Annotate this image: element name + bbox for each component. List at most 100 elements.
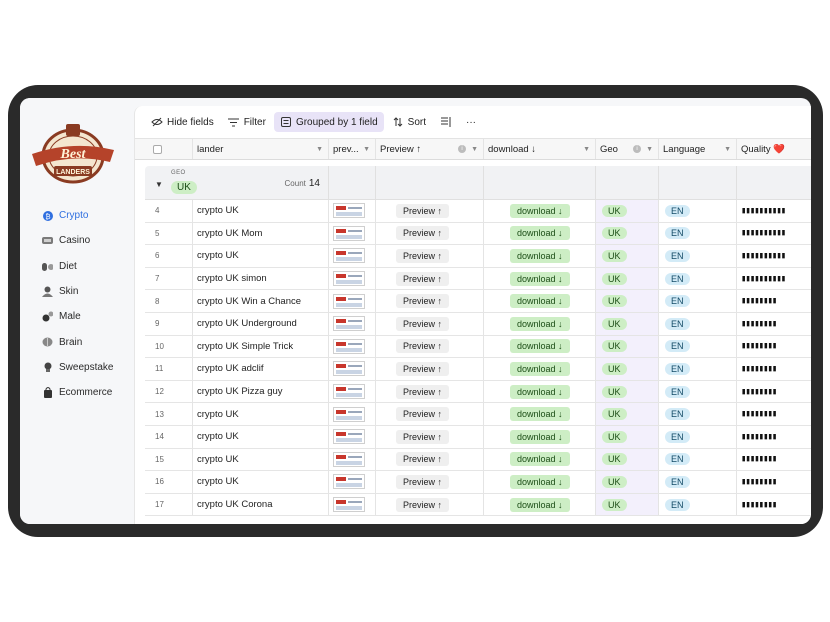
thumbnail-cell[interactable] [329, 312, 376, 335]
geo-cell[interactable]: UK [596, 222, 659, 245]
chevron-down-icon[interactable]: ▼ [724, 146, 731, 153]
language-cell[interactable]: EN [659, 267, 737, 290]
preview-button[interactable]: Preview ↑ [396, 316, 450, 331]
download-button[interactable]: download ↓ [510, 339, 570, 354]
quality-cell[interactable]: ▮▮▮▮▮▮▮▮ [737, 358, 811, 380]
quality-cell[interactable]: ▮▮▮▮▮▮▮▮ [737, 471, 811, 493]
preview-thumbnail[interactable] [333, 384, 365, 400]
thumbnail-cell[interactable] [329, 471, 376, 493]
chevron-down-icon[interactable]: ▼ [363, 146, 370, 153]
language-cell[interactable]: EN [659, 493, 737, 516]
preview-button[interactable]: Preview ↑ [396, 384, 450, 399]
thumbnail-cell[interactable] [329, 358, 376, 380]
preview-button[interactable]: Preview ↑ [396, 226, 450, 241]
download-button[interactable]: download ↓ [510, 407, 570, 422]
preview-thumbnail[interactable] [333, 406, 365, 422]
preview-thumbnail[interactable] [333, 271, 365, 287]
preview-button[interactable]: Preview ↑ [396, 339, 450, 354]
table-row[interactable]: 11 crypto UK adclif Preview ↑ download ↓… [145, 358, 811, 381]
sidebar-item-ecommerce[interactable]: Ecommerce [42, 380, 113, 405]
preview-thumbnail[interactable] [333, 338, 365, 354]
geo-cell[interactable]: UK [596, 335, 659, 358]
preview-thumbnail[interactable] [333, 316, 365, 332]
lander-cell[interactable]: crypto UK Simple Trick [193, 335, 329, 358]
preview-thumbnail[interactable] [333, 293, 365, 309]
table-row[interactable]: 8 crypto UK Win a Chance Preview ↑ downl… [145, 290, 811, 313]
quality-cell[interactable]: ▮▮▮▮▮▮▮▮▮▮ [737, 268, 811, 290]
download-button[interactable]: download ↓ [510, 474, 570, 489]
language-cell[interactable]: EN [659, 380, 737, 403]
download-button[interactable]: download ↓ [510, 271, 570, 286]
info-icon[interactable]: i [458, 145, 466, 153]
download-button[interactable]: download ↓ [510, 203, 570, 218]
table-row[interactable]: 15 crypto UK Preview ↑ download ↓ UK EN … [145, 448, 811, 472]
lander-cell[interactable]: crypto UK adclif [193, 358, 329, 380]
download-button[interactable]: download ↓ [510, 361, 570, 376]
preview-thumbnail[interactable] [333, 225, 365, 241]
sidebar-item-sweepstake[interactable]: Sweepstake [42, 355, 113, 380]
chevron-down-icon[interactable]: ▼ [316, 146, 323, 153]
lander-cell[interactable]: crypto UK [193, 245, 329, 267]
column-header-prev[interactable]: prev... ▼ [329, 139, 376, 159]
language-cell[interactable]: EN [659, 200, 737, 222]
lander-cell[interactable]: crypto UK Underground [193, 312, 329, 335]
column-header-quality[interactable]: Quality ❤️ [737, 139, 811, 159]
geo-cell[interactable]: UK [596, 448, 659, 471]
language-cell[interactable]: EN [659, 403, 737, 425]
sidebar-item-skin[interactable]: Skin [42, 279, 113, 304]
download-button[interactable]: download ↓ [510, 384, 570, 399]
table-row[interactable]: 17 crypto UK Corona Preview ↑ download ↓… [145, 493, 811, 517]
preview-button[interactable]: Preview ↑ [396, 271, 450, 286]
preview-thumbnail[interactable] [333, 474, 365, 490]
chevron-down-icon[interactable]: ▼ [471, 146, 478, 153]
quality-cell[interactable]: ▮▮▮▮▮▮▮▮▮▮ [737, 200, 811, 222]
preview-thumbnail[interactable] [333, 497, 365, 513]
quality-cell[interactable]: ▮▮▮▮▮▮▮▮ [737, 381, 811, 403]
preview-button[interactable]: Preview ↑ [396, 203, 450, 218]
geo-cell[interactable]: UK [596, 471, 659, 493]
download-button[interactable]: download ↓ [510, 429, 570, 444]
sidebar-item-diet[interactable]: Diet [42, 254, 113, 279]
table-row[interactable]: 9 crypto UK Underground Preview ↑ downlo… [145, 312, 811, 336]
thumbnail-cell[interactable] [329, 290, 376, 312]
lander-cell[interactable]: crypto UK [193, 200, 329, 222]
preview-button[interactable]: Preview ↑ [396, 407, 450, 422]
column-header-lander[interactable]: lander ▼ [193, 139, 329, 159]
geo-cell[interactable]: UK [596, 403, 659, 425]
language-cell[interactable]: EN [659, 245, 737, 267]
geo-cell[interactable]: UK [596, 380, 659, 403]
geo-cell[interactable]: UK [596, 493, 659, 516]
sidebar-item-crypto[interactable]: ₿ Crypto [42, 203, 113, 228]
lander-cell[interactable]: crypto UK Corona [193, 493, 329, 516]
preview-thumbnail[interactable] [333, 203, 365, 219]
column-header-geo[interactable]: Geo i ▼ [596, 139, 659, 159]
preview-button[interactable]: Preview ↑ [396, 429, 450, 444]
sidebar-item-brain[interactable]: Brain [42, 329, 113, 354]
quality-cell[interactable]: ▮▮▮▮▮▮▮▮▮▮ [737, 223, 811, 245]
table-row[interactable]: 16 crypto UK Preview ↑ download ↓ UK EN … [145, 471, 811, 494]
thumbnail-cell[interactable] [329, 245, 376, 267]
row-height-button[interactable] [434, 112, 458, 132]
group-button[interactable]: Grouped by 1 field [273, 112, 384, 132]
table-row[interactable]: 4 crypto UK Preview ↑ download ↓ UK EN ▮… [145, 200, 811, 223]
column-header-preview[interactable]: Preview ↑ i ▼ [376, 139, 484, 159]
thumbnail-cell[interactable] [329, 222, 376, 245]
download-button[interactable]: download ↓ [510, 294, 570, 309]
preview-thumbnail[interactable] [333, 429, 365, 445]
preview-button[interactable]: Preview ↑ [396, 474, 450, 489]
table-row[interactable]: 14 crypto UK Preview ↑ download ↓ UK EN … [145, 425, 811, 449]
quality-cell[interactable]: ▮▮▮▮▮▮▮▮ [737, 426, 811, 448]
download-button[interactable]: download ↓ [510, 226, 570, 241]
chevron-down-icon[interactable]: ▼ [646, 146, 653, 153]
language-cell[interactable]: EN [659, 335, 737, 358]
chevron-down-icon[interactable]: ▼ [583, 146, 590, 153]
table-row[interactable]: 10 crypto UK Simple Trick Preview ↑ down… [145, 335, 811, 359]
quality-cell[interactable]: ▮▮▮▮▮▮▮▮ [737, 449, 811, 471]
sidebar-item-male[interactable]: Male [42, 304, 113, 329]
column-header-language[interactable]: Language ▼ [659, 139, 737, 159]
preview-button[interactable]: Preview ↑ [396, 248, 450, 263]
hide-fields-button[interactable]: Hide fields [145, 112, 220, 132]
geo-cell[interactable]: UK [596, 245, 659, 267]
geo-cell[interactable]: UK [596, 267, 659, 290]
table-row[interactable]: 5 crypto UK Mom Preview ↑ download ↓ UK … [145, 222, 811, 246]
